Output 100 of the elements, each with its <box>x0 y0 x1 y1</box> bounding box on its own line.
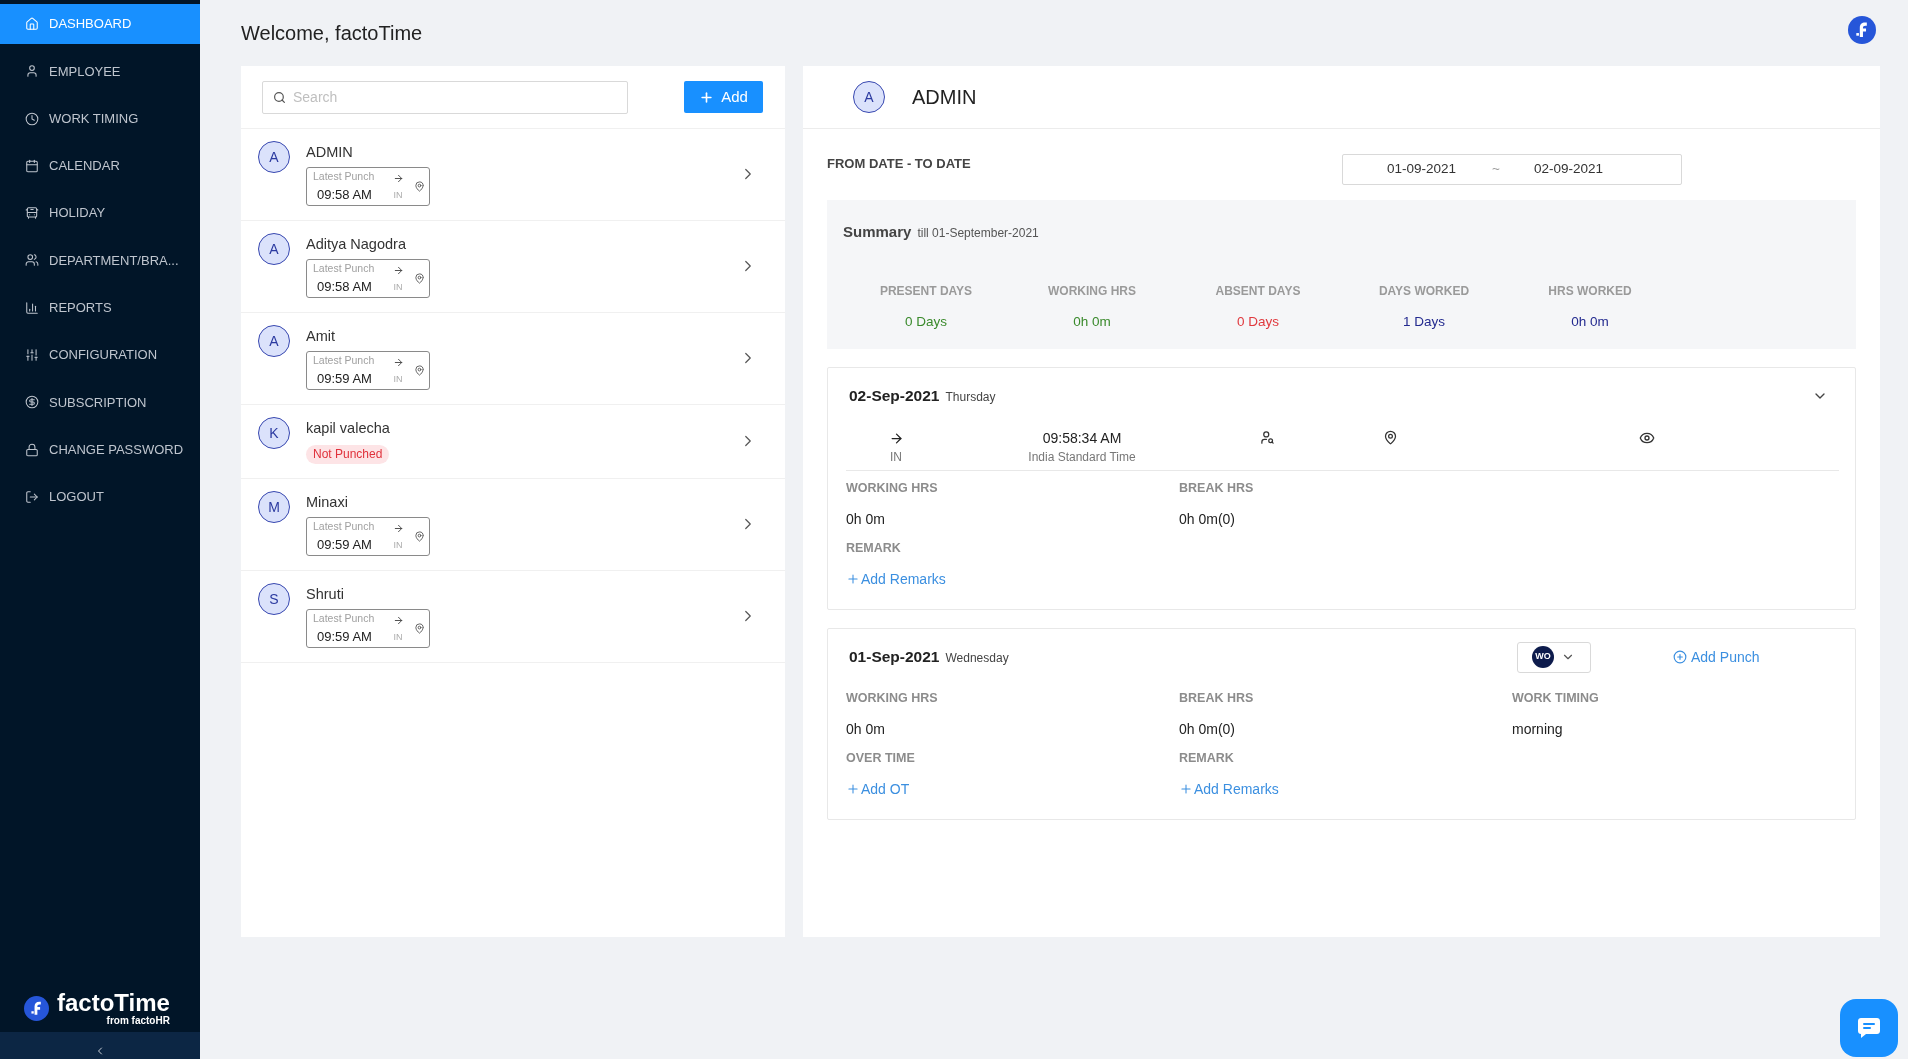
employee-row[interactable]: A Aditya Nagodra Latest Punch 09:58 AM IN <box>241 221 785 313</box>
employee-row[interactable]: A Amit Latest Punch 09:59 AM IN <box>241 313 785 405</box>
sidebar-item[interactable]: WORK TIMING <box>0 98 200 139</box>
employee-name: kapil valecha <box>306 419 390 438</box>
brand-logo-icon <box>24 996 49 1021</box>
sidebar-item[interactable]: CHANGE PASSWORD <box>0 429 200 470</box>
punch-time: 09:59 AM <box>316 370 373 387</box>
stat-label: ABSENT DAYS <box>1215 283 1301 300</box>
field-label: BREAK HRS <box>1179 690 1254 707</box>
field-label: REMARK <box>1179 750 1234 767</box>
sidebar-item[interactable]: REPORTS <box>0 287 200 328</box>
punch-direction: IN <box>393 190 403 200</box>
field-label: WORKING HRS <box>846 480 938 497</box>
summary-subtitle: till 01-September-2021 <box>917 225 1039 242</box>
punch-label: Latest Punch <box>313 520 376 533</box>
punch-time: 09:59 AM <box>316 628 373 645</box>
clock-icon <box>25 111 39 126</box>
employee-name: Minaxi <box>306 493 349 512</box>
map-pin-icon[interactable] <box>1382 430 1398 445</box>
eye-icon[interactable] <box>1639 430 1655 446</box>
field-value: 0h 0m(0) <box>1179 720 1236 739</box>
punch-time: 09:58 AM <box>316 186 373 203</box>
stat-value: 0 Days <box>1237 313 1279 331</box>
field-value: 0h 0m <box>846 720 885 739</box>
lock-icon <box>25 442 39 457</box>
arrow-right-icon <box>392 357 404 368</box>
date-range-field[interactable]: 01-09-2021 ~ 02-09-2021 <box>1342 154 1682 185</box>
employee-name: Amit <box>306 327 336 346</box>
user-search-icon[interactable] <box>1259 430 1275 445</box>
punch-label: Latest Punch <box>313 170 376 183</box>
search-icon <box>273 90 286 104</box>
field-label: BREAK HRS <box>1179 480 1254 497</box>
map-pin-icon <box>414 273 425 284</box>
field-label: REMARK <box>846 540 901 557</box>
brand-tagline: from factoHR <box>106 1015 170 1026</box>
employee-row[interactable]: M Minaxi Latest Punch 09:59 AM IN <box>241 479 785 571</box>
avatar: M <box>258 491 290 523</box>
field-label: WORK TIMING <box>1512 690 1599 707</box>
weekday: Wednesday <box>945 650 1009 668</box>
status-dropdown[interactable]: WO <box>1517 641 1591 673</box>
field-value: morning <box>1512 720 1563 739</box>
person-icon <box>25 64 39 79</box>
chat-button[interactable] <box>1840 999 1898 1057</box>
stat-value: 0h 0m <box>1571 313 1609 331</box>
field-value: 0h 0m(0) <box>1179 510 1236 529</box>
summary-title: Summary <box>843 222 912 242</box>
stat-label: PRESENT DAYS <box>879 283 973 300</box>
punch-label: Latest Punch <box>313 612 376 625</box>
map-pin-icon <box>414 181 425 192</box>
sidebar-item[interactable]: EMPLOYEE <box>0 51 200 92</box>
weekday: Thursday <box>945 389 996 407</box>
avatar: A <box>258 325 290 357</box>
sidebar-item[interactable]: HOLIDAY <box>0 193 200 234</box>
sidebar-item[interactable]: CALENDAR <box>0 145 200 186</box>
sidebar-item[interactable]: SUBSCRIPTION <box>0 382 200 423</box>
stat-label: HRS WORKED <box>1548 283 1632 300</box>
employee-name: Shruti <box>306 585 345 604</box>
people-icon <box>25 253 39 268</box>
punch-time: 09:59 AM <box>316 536 373 553</box>
avatar: A <box>258 233 290 265</box>
arrow-right-icon <box>392 265 404 276</box>
employee-row[interactable]: S Shruti Latest Punch 09:59 AM IN <box>241 571 785 663</box>
bar-chart-icon <box>25 300 39 315</box>
map-pin-icon <box>414 531 425 542</box>
punch-label: Latest Punch <box>313 262 376 275</box>
sidebar-item[interactable]: CONFIGURATION <box>0 335 200 376</box>
arrow-right-icon <box>392 615 404 626</box>
punch-direction: IN <box>393 374 403 384</box>
avatar: S <box>258 583 290 615</box>
arrow-right-icon <box>392 523 404 534</box>
bus-icon <box>25 206 39 221</box>
stat-value: 1 Days <box>1403 313 1445 331</box>
day-date: 02-Sep-2021 <box>849 386 940 407</box>
add-link[interactable]: Add Remarks <box>1179 779 1279 799</box>
time-zone: India Standard Time <box>1028 450 1136 464</box>
sidebar-item[interactable]: DEPARTMENT/BRA... <box>0 240 200 281</box>
employee-row[interactable]: A ADMIN Latest Punch 09:58 AM IN <box>241 129 785 221</box>
stat-label: WORKING HRS <box>1048 283 1136 300</box>
search-field[interactable]: Search <box>262 80 628 114</box>
plus-icon <box>846 782 860 796</box>
employee-row[interactable]: K kapil valecha Not Punched <box>241 405 785 479</box>
logout-icon <box>25 489 39 504</box>
page-title: Welcome, factoTime <box>241 21 423 45</box>
date-range-label: FROM DATE - TO DATE <box>827 155 972 173</box>
avatar: K <box>258 417 290 449</box>
status-badge: Not Punched <box>306 445 390 464</box>
sidebar-item[interactable]: LOGOUT <box>0 476 200 517</box>
field-value: 0h 0m <box>846 510 885 529</box>
employee-name: ADMIN <box>306 143 354 162</box>
date-value: 01-09-2021 <box>1387 160 1457 179</box>
plus-icon <box>699 89 715 105</box>
add-link[interactable]: Add Remarks <box>846 569 946 589</box>
range-separator: ~ <box>1492 160 1500 179</box>
stat-label: DAYS WORKED <box>1378 283 1470 300</box>
plus-circle-icon <box>1673 650 1687 664</box>
dollar-icon <box>25 395 39 410</box>
punch-direction: IN <box>393 282 403 292</box>
avatar: A <box>853 81 885 113</box>
home-icon <box>25 17 39 31</box>
sliders-icon <box>25 348 39 363</box>
